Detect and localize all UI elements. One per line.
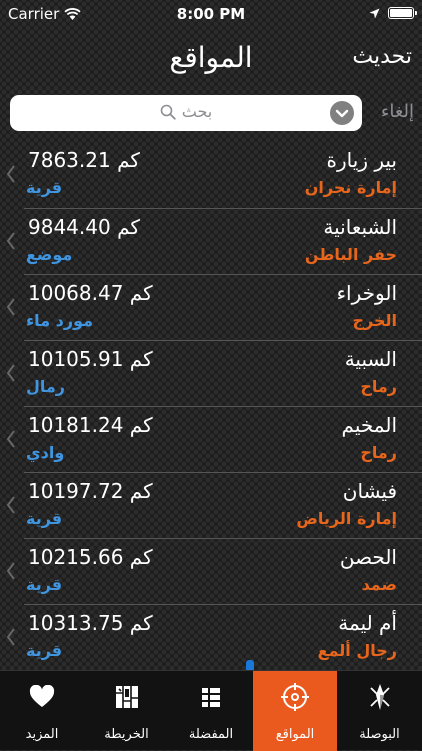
distance-value: 10068.47 [28,281,124,305]
location-distance: كم 10105.91 [28,347,153,371]
location-name: بير زيارة [326,148,397,172]
location-distance: كم 7863.21 [28,148,140,172]
distance-unit: كم [129,545,153,569]
tab-compass[interactable]: البوصلة [337,671,422,751]
location-name: أم ليمة [338,611,397,635]
chevron-left-icon [6,298,15,316]
location-distance: كم 10068.47 [28,281,153,305]
list-item[interactable]: الشبعانية حفر الباطن كم 9844.40 موضع [6,208,422,273]
location-name: الوخراء [336,281,397,305]
search-row: بحث إلغاء [0,93,422,135]
tab-bar: المزيد الخريطة المفضلة المواقع البوصلة [0,670,422,751]
location-region: إمارة الرياض [296,509,397,528]
location-distance: كم 10197.72 [28,479,153,503]
search-filter-button[interactable] [330,101,354,125]
location-type: قرية [26,178,63,197]
tab-label: البوصلة [359,727,400,742]
status-time: 8:00 PM [176,5,246,23]
location-name: المخيم [341,413,397,437]
chevron-left-icon [6,496,15,514]
list-icon [202,688,220,707]
chevron-left-icon [6,364,15,382]
distance-unit: كم [117,215,140,239]
distance-value: 9844.40 [28,215,111,239]
location-distance: كم 10313.75 [28,611,153,635]
location-type: قرية [26,641,63,660]
tab-label: المفضلة [188,727,234,742]
distance-unit: كم [117,148,140,172]
location-type: قرية [26,575,63,594]
map-icon [115,686,138,708]
tab-label: الخريطة [104,727,149,742]
location-type: مورد ماء [26,311,94,330]
heart-icon [29,685,55,707]
location-region: الخرج [352,311,397,330]
list-item[interactable]: بير زيارة إمارة نجران كم 7863.21 قرية [6,142,422,207]
location-type: رمال [26,377,66,396]
location-distance: كم 10181.24 [28,413,153,437]
location-name: الحصن [339,545,397,569]
location-type: وادي [26,443,65,462]
location-type: قرية [26,509,63,528]
distance-unit: كم [129,611,153,635]
search-icon [160,104,176,120]
status-bar: Carrier 8:00 PM [0,0,422,30]
location-region: حفر الباطن [304,245,397,264]
distance-value: 10215.66 [28,545,124,569]
location-name: الشبعانية [323,215,397,239]
chevron-left-icon [6,232,15,250]
tab-label: المزيد [25,727,59,742]
location-region: ضمد [361,575,397,594]
chevron-down-icon [335,109,349,118]
tab-more[interactable]: المزيد [0,671,84,751]
distance-value: 10181.24 [28,413,124,437]
tab-locations[interactable]: المواقع [253,671,337,751]
location-region: إمارة نجران [304,178,397,197]
location-region: رجال ألمع [317,641,397,660]
locations-list: بير زيارة إمارة نجران كم 7863.21 قرية ال… [0,142,422,670]
chevron-left-icon [6,165,15,183]
list-item[interactable]: الحصن ضمد كم 10215.66 قرية [6,538,422,603]
distance-value: 10197.72 [28,479,124,503]
distance-unit: كم [129,281,153,305]
nav-bar: المواقع تحديث [0,30,422,85]
search-input[interactable]: بحث [10,95,362,131]
list-item[interactable]: الوخراء الخرج كم 10068.47 مورد ماء [6,274,422,339]
list-item[interactable]: السبية رماح كم 10105.91 رمال [6,340,422,405]
location-arrow-icon [369,8,380,18]
distance-unit: كم [129,413,153,437]
search-placeholder-wrap: بحث [10,102,362,121]
chevron-left-icon [6,430,15,448]
cancel-search-button[interactable]: إلغاء [381,101,414,122]
list-item[interactable]: فيشان إمارة الرياض كم 10197.72 قرية [6,472,422,537]
list-item[interactable]: المخيم رماح كم 10181.24 وادي [6,406,422,471]
chevron-left-icon [6,628,15,646]
distance-value: 7863.21 [28,148,111,172]
location-type: موضع [26,245,73,264]
location-region: رماح [360,443,397,462]
chevron-left-icon [6,562,15,580]
distance-value: 10105.91 [28,347,124,371]
list-item[interactable]: أم ليمة رجال ألمع كم 10313.75 قرية [6,604,422,669]
battery-icon [388,7,417,19]
location-region: رماح [360,377,397,396]
distance-unit: كم [129,479,153,503]
distance-value: 10313.75 [28,611,124,635]
crosshair-icon [281,683,309,711]
distance-unit: كم [129,347,153,371]
location-distance: كم 9844.40 [28,215,140,239]
tab-label: المواقع [275,727,315,742]
location-name: السبية [344,347,397,371]
compass-icon [369,684,390,710]
tab-favorites[interactable]: المفضلة [169,671,253,751]
search-placeholder: بحث [181,102,213,121]
refresh-button[interactable]: تحديث [352,44,412,69]
tab-map[interactable]: الخريطة [84,671,169,751]
location-name: فيشان [342,479,397,503]
status-right [369,7,417,19]
location-distance: كم 10215.66 [28,545,153,569]
